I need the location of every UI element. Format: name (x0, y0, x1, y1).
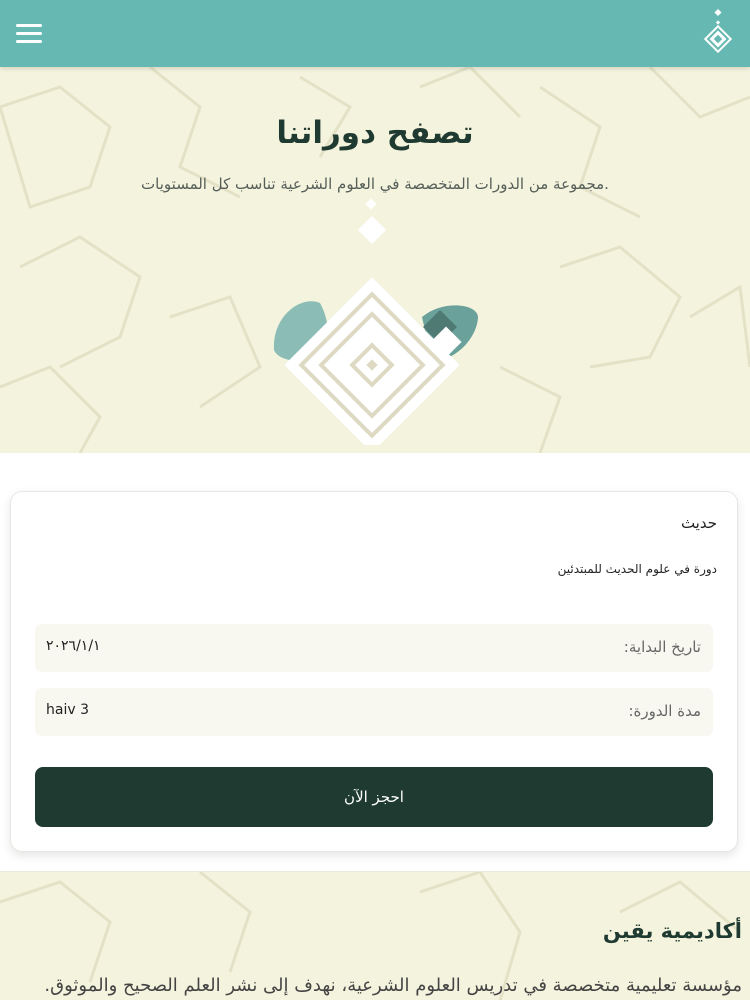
about-section: أكاديمية يقين مؤسسة تعليمية متخصصة في تد… (0, 871, 750, 1000)
duration-row: مدة الدورة: haiv 3 (35, 688, 713, 736)
top-navigation-bar (0, 0, 750, 67)
course-title: حديث (680, 514, 717, 532)
course-description: دورة في علوم الحديث للمبتدئين (557, 562, 717, 576)
start-date-value: ٢٠٢٦/١/١ (46, 638, 101, 654)
yaqeen-emblem-icon (273, 198, 478, 445)
duration-value: haiv 3 (46, 702, 89, 718)
about-title: أكاديمية يقين (602, 919, 742, 943)
page-title: تصفح دوراتنا (276, 115, 474, 151)
hero-section: تصفح دوراتنا مجموعة من الدورات المتخصصة … (0, 67, 750, 453)
course-card: حديث دورة في علوم الحديث للمبتدئين تاريخ… (10, 491, 738, 852)
page-subtitle: مجموعة من الدورات المتخصصة في العلوم الش… (141, 175, 609, 193)
about-text: مؤسسة تعليمية متخصصة في تدريس العلوم الش… (44, 975, 742, 996)
start-date-label: تاريخ البداية: (623, 638, 701, 656)
book-now-button[interactable]: احجز الآن (35, 767, 713, 827)
yaqeen-logo-icon[interactable] (700, 9, 736, 57)
hamburger-menu-icon[interactable] (16, 22, 44, 44)
start-date-row: تاريخ البداية: ٢٠٢٦/١/١ (35, 624, 713, 672)
duration-label: مدة الدورة: (628, 702, 701, 720)
